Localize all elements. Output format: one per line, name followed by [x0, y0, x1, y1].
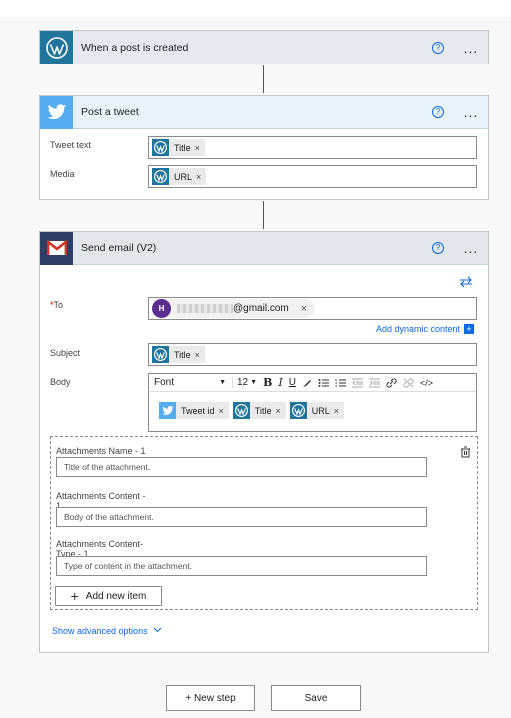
token-label: Title	[254, 405, 272, 416]
tweet-text-input[interactable]: Title ×	[148, 136, 477, 159]
email-recipient-chip[interactable]: H @gmail.com ×	[152, 299, 316, 318]
to-label: *To	[50, 300, 64, 310]
bold-icon[interactable]: B	[263, 376, 272, 389]
token-label: Tweet id	[181, 405, 215, 416]
media-label: Media	[50, 169, 75, 179]
top-bar	[0, 0, 511, 17]
step-header[interactable]: Post a tweet ? ...	[40, 95, 488, 129]
dropdown-arrow-icon: ▼	[219, 379, 226, 386]
tweet-text-label: Tweet text	[50, 140, 92, 150]
wordpress-icon	[152, 168, 169, 185]
remove-token-icon[interactable]: ×	[196, 172, 206, 182]
token-label: Title	[174, 349, 191, 360]
gmail-icon	[40, 231, 73, 265]
plus-icon: +	[70, 588, 79, 604]
add-icon[interactable]: +	[464, 324, 475, 334]
remove-recipient-icon[interactable]: ×	[301, 303, 307, 315]
decrease-indent-icon[interactable]	[351, 378, 363, 388]
attachments-name-label: Attachments Name - 1	[56, 446, 146, 456]
attachments-type-input[interactable]: Type of content in the attachment.	[56, 556, 427, 576]
attachments-name-input[interactable]: Title of the attachment.	[56, 457, 427, 477]
token-label: URL	[174, 171, 193, 182]
more-options-icon[interactable]: ...	[462, 41, 480, 55]
dropdown-arrow-icon: ▼	[250, 379, 258, 386]
unlink-icon[interactable]	[403, 377, 414, 388]
italic-icon[interactable]: I	[278, 376, 282, 389]
avatar: H	[152, 299, 171, 318]
remove-token-icon[interactable]: ×	[195, 350, 205, 360]
more-options-icon[interactable]: ...	[462, 105, 480, 119]
redacted-email-user	[177, 304, 233, 313]
step-when-post-created[interactable]: When a post is created ? ...	[39, 30, 489, 64]
numbered-list-icon[interactable]	[335, 378, 346, 388]
add-new-item-button[interactable]: + Add new item	[55, 586, 162, 606]
underline-icon[interactable]: U	[289, 377, 296, 388]
step-title: When a post is created	[81, 41, 189, 54]
media-input[interactable]: URL ×	[148, 165, 477, 188]
email-domain: @gmail.com	[233, 303, 289, 314]
bulleted-list-icon[interactable]	[318, 378, 329, 388]
help-icon[interactable]: ?	[432, 41, 444, 54]
dynamic-token[interactable]: URL ×	[152, 168, 207, 185]
step-title: Send email (V2)	[81, 242, 157, 254]
twitter-icon	[40, 95, 73, 129]
subject-input[interactable]: Title ×	[148, 343, 477, 366]
wordpress-icon	[152, 139, 169, 156]
to-input[interactable]: H @gmail.com ×	[148, 297, 477, 320]
attachments-group: Attachments Name - 1 Title of the attach…	[50, 436, 478, 610]
highlight-icon[interactable]	[302, 378, 312, 388]
wordpress-icon	[289, 402, 307, 419]
dynamic-token[interactable]: Title ×	[232, 402, 286, 419]
wordpress-icon	[152, 346, 169, 363]
dynamic-token[interactable]: Title ×	[152, 346, 205, 363]
body-content[interactable]: Tweet id × Title × URL ×	[159, 402, 348, 419]
wordpress-icon	[232, 402, 250, 419]
step-post-tweet[interactable]: Post a tweet ? ... Tweet text Title × Me…	[39, 95, 489, 200]
save-button[interactable]: Save	[271, 685, 361, 711]
help-icon[interactable]: ?	[432, 242, 444, 254]
remove-token-icon[interactable]: ×	[219, 406, 229, 416]
increase-indent-icon[interactable]	[368, 378, 380, 388]
dynamic-token[interactable]: URL ×	[289, 402, 345, 419]
connector-line	[263, 201, 264, 229]
dynamic-token[interactable]: Tweet id ×	[159, 402, 229, 419]
remove-token-icon[interactable]: ×	[334, 406, 344, 416]
delete-item-icon[interactable]	[460, 446, 471, 458]
editor-toolbar: Font ▼ 12 ▼ B I U </>	[149, 374, 476, 392]
font-select[interactable]: Font ▼	[154, 377, 226, 388]
help-icon[interactable]: ?	[432, 106, 444, 118]
remove-token-icon[interactable]: ×	[195, 143, 205, 153]
step-title: Post a tweet	[81, 106, 139, 118]
remove-token-icon[interactable]: ×	[275, 406, 285, 416]
token-label: Title	[174, 142, 191, 153]
connector-line	[263, 65, 264, 93]
font-size-select[interactable]: 12 ▼	[232, 377, 257, 388]
dynamic-token[interactable]: Title ×	[152, 139, 205, 156]
code-view-icon[interactable]: </>	[420, 378, 433, 388]
body-label: Body	[50, 377, 71, 387]
link-icon[interactable]	[386, 377, 397, 388]
step-header[interactable]: Send email (V2) ? ...	[40, 231, 488, 265]
subject-label: Subject	[50, 348, 81, 358]
attachments-content-input[interactable]: Body of the attachment.	[56, 507, 427, 527]
show-advanced-options-link[interactable]: Show advanced options	[52, 625, 162, 636]
body-editor[interactable]: Font▼ 12▼ B I U </> Tweet id × Title ×	[148, 373, 477, 432]
step-send-email[interactable]: Send email (V2) ? ... *To H @gmail.com ×…	[39, 231, 489, 653]
step-header[interactable]: When a post is created ? ...	[40, 31, 488, 64]
twitter-icon	[159, 402, 176, 419]
token-label: URL	[311, 405, 330, 416]
chevron-down-icon	[153, 625, 162, 636]
more-options-icon[interactable]: ...	[462, 241, 480, 255]
add-dynamic-content-link[interactable]: Add dynamic content +	[376, 324, 475, 334]
wordpress-icon	[40, 31, 73, 64]
new-step-button[interactable]: + New step	[166, 685, 255, 711]
switch-input-mode-icon[interactable]	[459, 276, 473, 288]
